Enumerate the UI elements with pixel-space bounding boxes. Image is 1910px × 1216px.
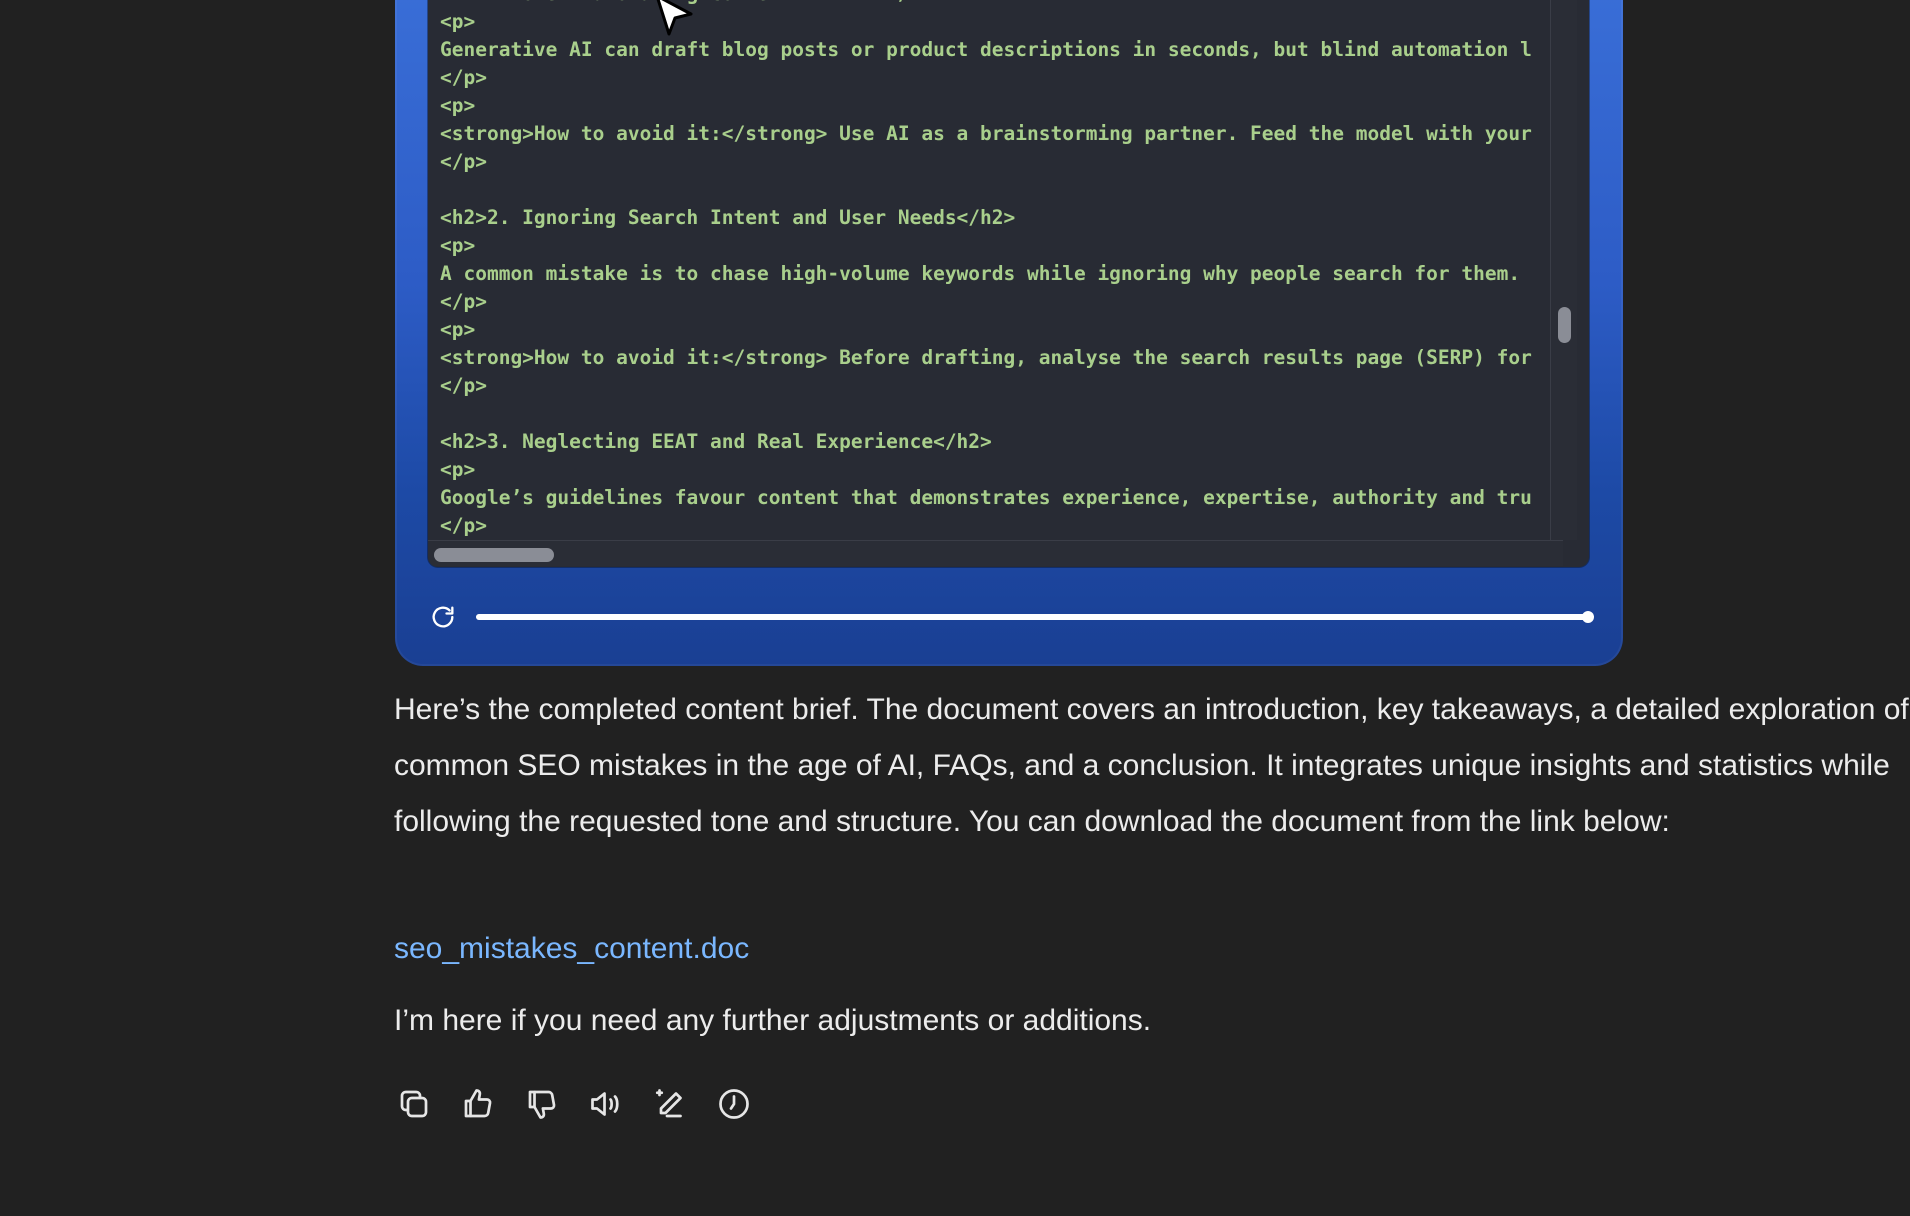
- horizontal-scrollbar-thumb[interactable]: [434, 548, 554, 562]
- vertical-scrollbar-thumb[interactable]: [1558, 307, 1571, 343]
- progress-fill: [476, 614, 1588, 620]
- vertical-scrollbar-track[interactable]: [1550, 0, 1577, 540]
- code-content[interactable]: <h2>1. Over-Automating Content with AI</…: [440, 0, 1568, 540]
- good-response-button[interactable]: [458, 1086, 498, 1126]
- code-line: Google’s guidelines favour content that …: [440, 486, 1532, 509]
- code-line: A common mistake is to chase high-volume…: [440, 262, 1521, 285]
- code-line: <p>: [440, 234, 476, 257]
- code-line: <h2>1. Over-Automating Content with AI</…: [440, 0, 1568, 8]
- followup-message: I’m here if you need any further adjustm…: [394, 1004, 1152, 1037]
- code-line: <p>: [440, 94, 476, 117]
- code-line: <h2>3. Neglecting EEAT and Real Experien…: [440, 430, 992, 453]
- code-line: Generative AI can draft blog posts or pr…: [440, 38, 1532, 61]
- code-line: <h2>2. Ignoring Search Intent and User N…: [440, 206, 1016, 229]
- thumbs-down-icon: [524, 1086, 560, 1127]
- thumbs-up-icon: [460, 1086, 496, 1127]
- bad-response-button[interactable]: [522, 1086, 562, 1126]
- code-line: </p>: [440, 290, 487, 313]
- mouse-cursor-icon: [656, 0, 693, 36]
- playback-progress-bar[interactable]: [476, 611, 1594, 623]
- read-aloud-button[interactable]: [586, 1086, 626, 1126]
- history-button[interactable]: [714, 1086, 754, 1126]
- message-actions: [394, 1086, 754, 1126]
- read-aloud-icon: [588, 1086, 624, 1127]
- horizontal-scrollbar[interactable]: [428, 540, 1563, 566]
- code-line: <p>: [440, 10, 476, 33]
- copy-icon: [396, 1086, 432, 1127]
- code-line: </p>: [440, 66, 487, 89]
- assistant-message: Here’s the completed content brief. The …: [394, 693, 1909, 838]
- code-line: </p>: [440, 514, 487, 537]
- code-line: <strong>How to avoid it:</strong> Before…: [440, 346, 1532, 369]
- code-line: </p>: [440, 374, 487, 397]
- edit-in-canvas-button[interactable]: [650, 1086, 690, 1126]
- edit-icon: [652, 1086, 688, 1127]
- code-editor[interactable]: <h2>1. Over-Automating Content with AI</…: [428, 0, 1589, 567]
- refresh-icon[interactable]: [429, 603, 457, 631]
- code-line: <p>: [440, 318, 476, 341]
- progress-knob[interactable]: [1582, 611, 1594, 623]
- download-link[interactable]: seo_mistakes_content.doc: [394, 924, 749, 974]
- code-line: </p>: [440, 150, 487, 173]
- history-icon: [716, 1086, 752, 1127]
- code-line: <p>: [440, 458, 476, 481]
- code-line: <strong>How to avoid it:</strong> Use AI…: [440, 122, 1532, 145]
- copy-button[interactable]: [394, 1086, 434, 1126]
